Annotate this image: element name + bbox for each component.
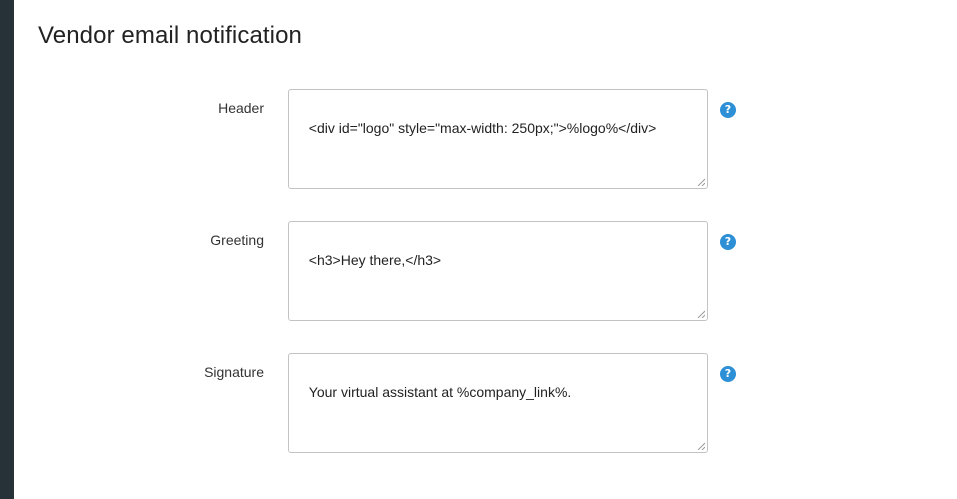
resize-grip-icon[interactable] xyxy=(697,442,705,450)
signature-textarea-value: Your virtual assistant at %company_link%… xyxy=(308,384,572,400)
greeting-textarea[interactable]: <h3>Hey there,</h3> xyxy=(288,221,708,321)
signature-label: Signature xyxy=(204,364,264,380)
header-help-icon[interactable]: ? xyxy=(720,102,736,118)
page-title: Vendor email notification xyxy=(38,22,302,49)
sidebar-edge xyxy=(0,0,14,499)
signature-textarea[interactable]: Your virtual assistant at %company_link%… xyxy=(288,353,708,453)
greeting-label: Greeting xyxy=(210,232,264,248)
signature-help-icon[interactable]: ? xyxy=(720,366,736,382)
greeting-help-icon[interactable]: ? xyxy=(720,234,736,250)
header-label: Header xyxy=(218,100,264,116)
greeting-textarea-value: <h3>Hey there,</h3> xyxy=(308,252,442,268)
resize-grip-icon[interactable] xyxy=(697,310,705,318)
header-textarea-value: <div id="logo" style="max-width: 250px;"… xyxy=(308,120,657,136)
resize-grip-icon[interactable] xyxy=(697,178,705,186)
header-textarea[interactable]: <div id="logo" style="max-width: 250px;"… xyxy=(288,89,708,189)
